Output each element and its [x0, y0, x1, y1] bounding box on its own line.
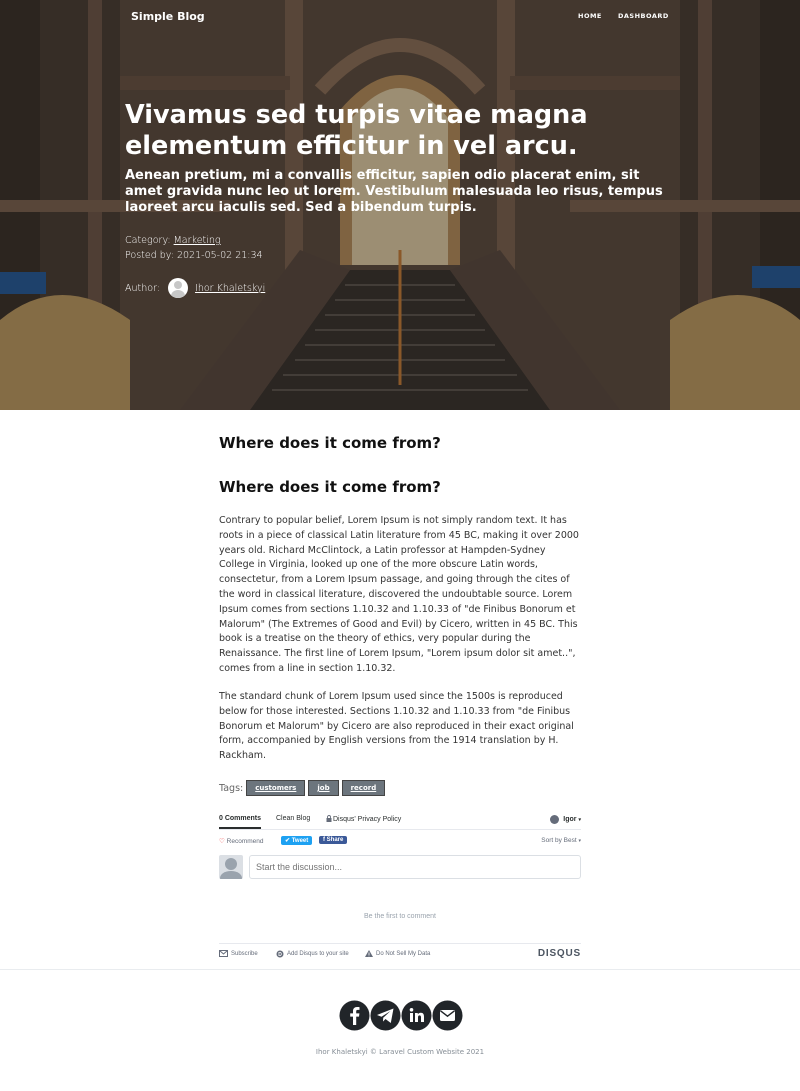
do-not-sell-label: Do Not Sell My Data [376, 950, 431, 957]
add-disqus-link[interactable]: D Add Disqus to your site [276, 950, 349, 958]
facebook-link[interactable] [339, 1000, 370, 1031]
top-navbar: Simple Blog HOME DASHBOARD [0, 0, 800, 34]
footer-divider [0, 969, 800, 970]
tag-job[interactable]: job [308, 780, 339, 796]
heart-icon: ♡ [219, 838, 225, 845]
user-avatar-icon [219, 855, 243, 879]
disqus-footer: Subscribe D Add Disqus to your site Do N… [219, 943, 581, 961]
copyright-text: Ihor Khaletskyi © Laravel Custom Website… [315, 1048, 485, 1056]
section-heading: Where does it come from? [219, 478, 441, 496]
recommend-label: Recommend [226, 838, 264, 845]
category-link[interactable]: Marketing [174, 235, 221, 246]
tag-customers[interactable]: customers [246, 780, 306, 796]
sort-label: Sort by Best [541, 837, 577, 844]
svg-text:D: D [278, 952, 282, 958]
post-subtitle: Aenean pretium, mi a convallis efficitur… [125, 168, 663, 215]
twitter-icon: ✔ [285, 838, 291, 844]
post-date: Posted by: 2021-05-02 21:34 [125, 250, 263, 261]
posted-label: Posted by: [125, 250, 174, 261]
disqus-user-menu[interactable]: Igor ▾ [550, 815, 581, 824]
sort-dropdown[interactable]: Sort by Best ▾ [541, 837, 581, 844]
telegram-link[interactable] [370, 1000, 401, 1031]
author-avatar [168, 278, 189, 298]
comment-input[interactable] [249, 855, 581, 879]
linkedin-icon [401, 1000, 432, 1031]
posted-date-value: 2021-05-02 21:34 [176, 250, 263, 261]
add-disqus-label: Add Disqus to your site [287, 951, 349, 957]
lock-icon [326, 815, 332, 822]
post-heading: Vivamus sed turpis vitae magna elementum… [125, 100, 685, 216]
warning-icon [365, 950, 373, 957]
article-paragraph: The standard chunk of Lorem Ipsum used s… [219, 691, 574, 762]
facebook-share-button[interactable]: f Share [319, 836, 348, 844]
tags-row: Tags: customers job record [219, 780, 386, 796]
post-title: Vivamus sed turpis vitae magna elementum… [125, 100, 588, 161]
post-category: Category: Marketing [125, 235, 221, 246]
privacy-label: Disqus' Privacy Policy [333, 816, 402, 823]
empty-comments-text: Be the first to comment [364, 913, 436, 920]
tweet-label: Tweet [291, 838, 309, 844]
author-link[interactable]: Ihor Khaletskyi [195, 283, 265, 294]
tab-comments[interactable]: 0 Comments [219, 815, 262, 829]
tab-forum[interactable]: Clean Blog [276, 815, 310, 822]
mail-icon [432, 1000, 463, 1031]
post-author: Author: Ihor Khaletskyi [125, 278, 265, 298]
tweet-button[interactable]: ✔ Tweet [281, 836, 313, 845]
do-not-sell-link[interactable]: Do Not Sell My Data [365, 950, 430, 957]
comment-composer [219, 854, 581, 880]
disqus-d-icon: D [276, 950, 284, 958]
facebook-icon [339, 1000, 370, 1031]
user-name: Igor [563, 816, 577, 823]
author-label: Author: [125, 282, 161, 294]
share-label: Share [326, 837, 344, 843]
category-label: Category: [125, 235, 171, 246]
social-links [339, 1000, 463, 1032]
nav-home-link[interactable]: HOME [578, 12, 602, 20]
email-link[interactable] [432, 1000, 463, 1031]
telegram-icon [370, 1000, 401, 1031]
brand-link[interactable]: Simple Blog [131, 10, 205, 23]
chevron-down-icon: ▾ [578, 816, 581, 823]
recommend-button[interactable]: ♡ Recommend [219, 837, 264, 845]
tags-label: Tags: [219, 782, 244, 794]
tag-record[interactable]: record [341, 780, 386, 796]
linkedin-link[interactable] [401, 1000, 432, 1031]
envelope-icon [219, 950, 228, 957]
disqus-tabs: 0 Comments Clean Blog Disqus' Privacy Po… [219, 810, 581, 830]
nav-dashboard-link[interactable]: DASHBOARD [618, 12, 669, 20]
user-avatar [550, 815, 560, 824]
article-paragraph: Contrary to popular belief, Lorem Ipsum … [219, 515, 579, 674]
subscribe-label: Subscribe [231, 950, 258, 957]
disqus-logo[interactable]: DISQUS [538, 948, 581, 959]
section-heading: Where does it come from? [219, 434, 441, 452]
chevron-down-icon: ▾ [578, 838, 581, 844]
disqus-actions: ♡ Recommend ✔ Tweet f Share Sort by Best… [219, 836, 581, 848]
post-header: Simple Blog HOME DASHBOARD Vivamus sed t… [0, 0, 800, 410]
facebook-icon: f [323, 837, 325, 843]
subscribe-link[interactable]: Subscribe [219, 950, 258, 957]
tab-privacy-policy[interactable]: Disqus' Privacy Policy [326, 815, 401, 823]
